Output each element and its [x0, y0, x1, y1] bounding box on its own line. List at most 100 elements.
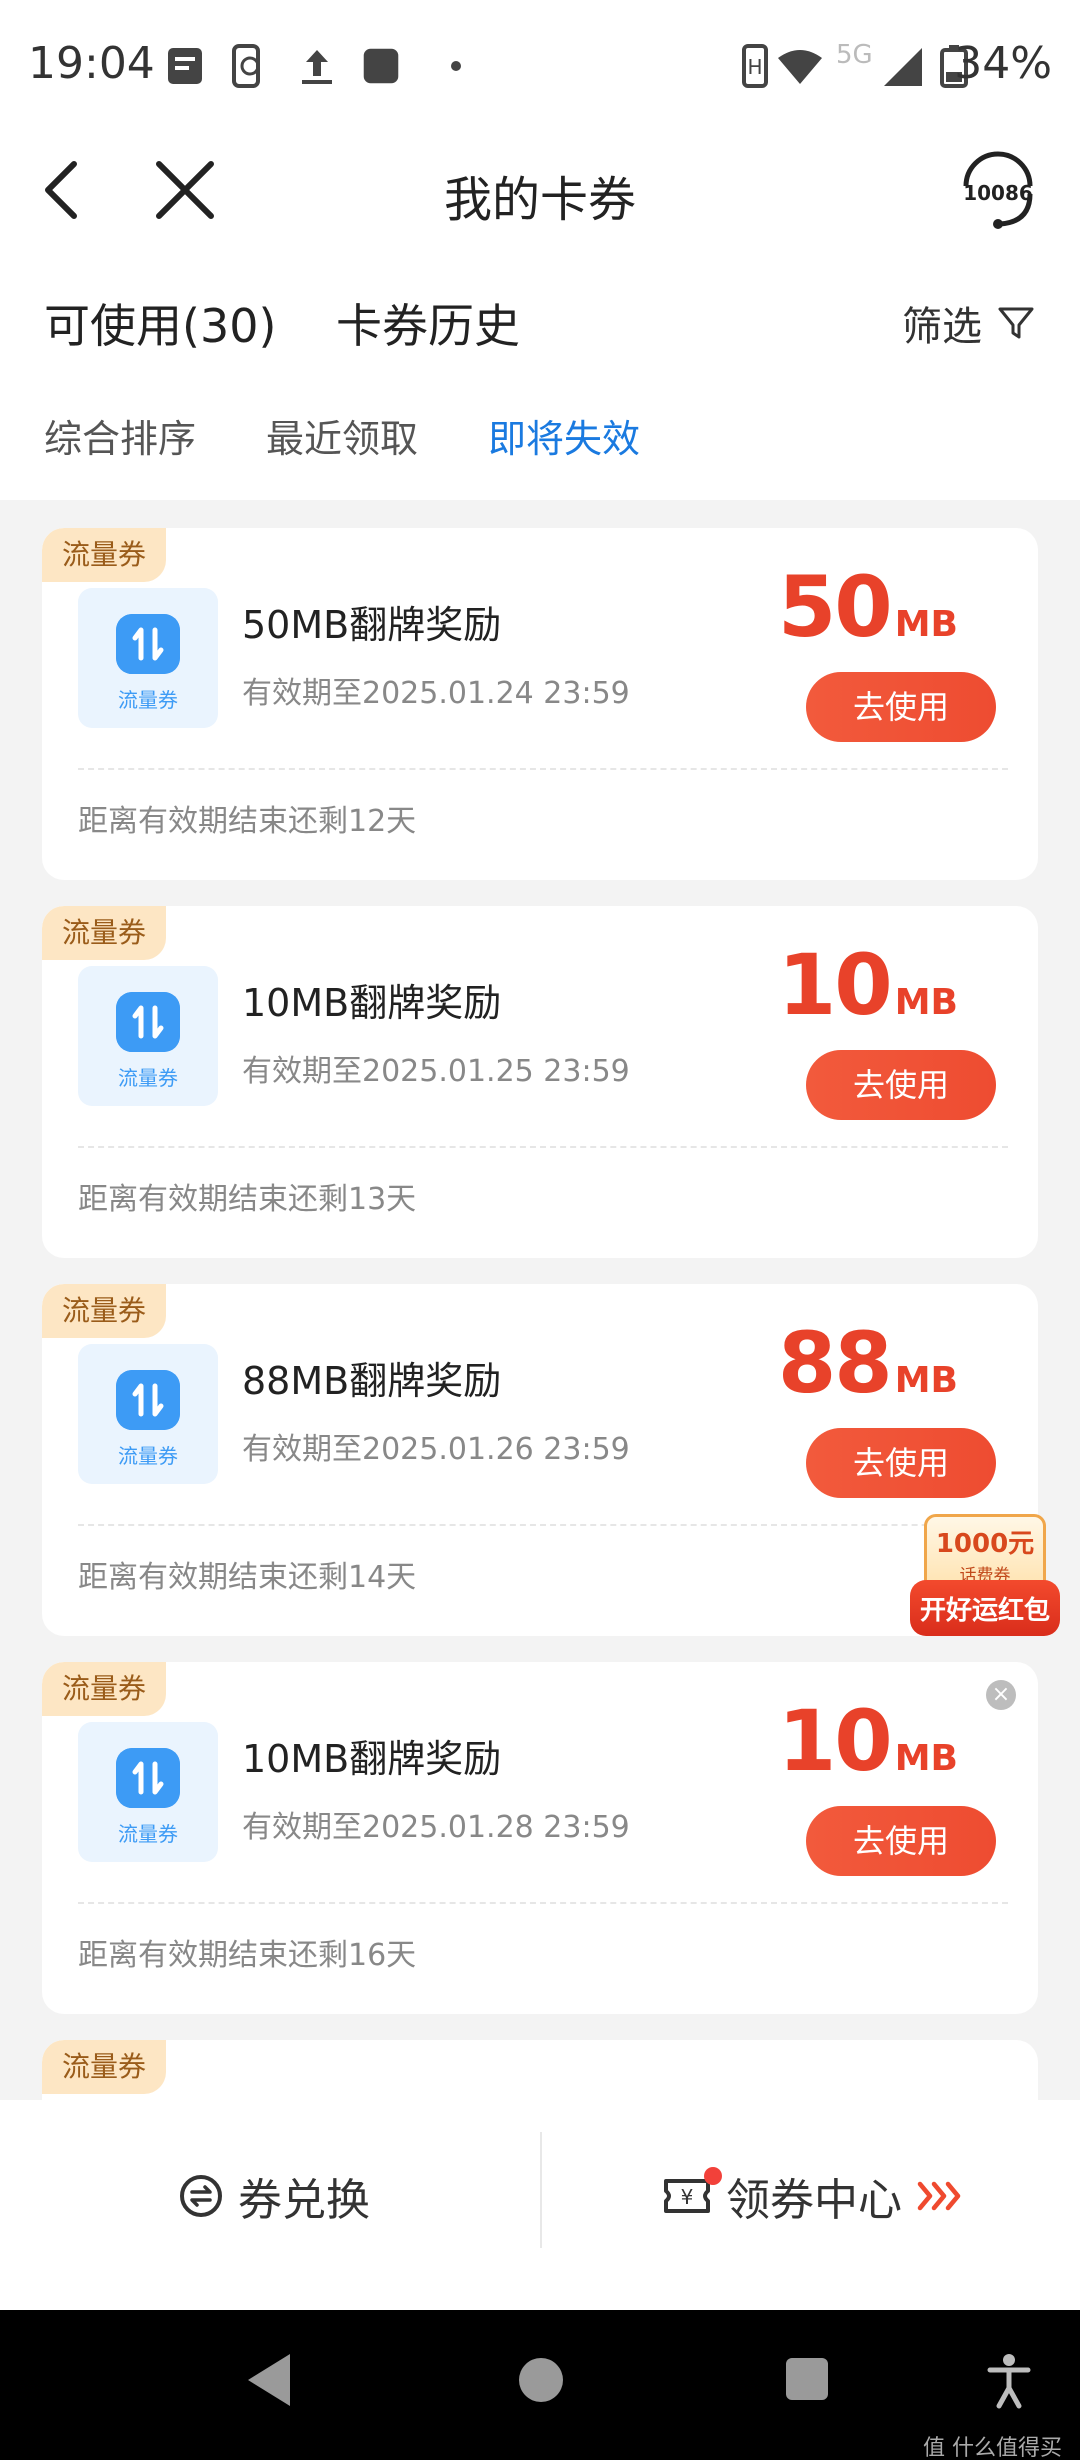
coupon-amount: 10 MB	[778, 1692, 958, 1790]
amount-value: 88	[777, 1314, 893, 1412]
promo-amount: 1000元	[935, 1529, 1035, 1559]
promo-close-icon[interactable]: ×	[986, 1680, 1016, 1710]
divider	[78, 768, 1008, 770]
amount-value: 10	[777, 936, 893, 1034]
amount-value: 50	[777, 558, 893, 656]
coupon-center-button[interactable]: ¥ 领券中心	[662, 2164, 966, 2228]
app-header: 我的卡券 10086	[0, 130, 1080, 250]
svg-text:¥: ¥	[681, 2185, 694, 2209]
sort-recent[interactable]: 最近领取	[266, 408, 418, 463]
coupon-card[interactable]: 流量券 流量券 88MB翻牌奖励 有效期至2025.01.26 23:59 88…	[42, 1284, 1038, 1636]
nav-home-icon[interactable]	[518, 2350, 564, 2410]
thumbnail-label: 流量券	[118, 1822, 178, 1846]
coupon-title: 50MB翻牌奖励	[242, 603, 502, 647]
coupon-tag: 流量券	[42, 906, 166, 960]
tab-available[interactable]: 可使用(30)	[44, 290, 276, 356]
coupon-amount: 10 MB	[778, 936, 958, 1034]
bottom-action-bar: 券兑换 ¥ 领券中心	[0, 2100, 1080, 2310]
filter-button[interactable]: 筛选	[902, 294, 1036, 352]
signal-icon	[884, 48, 922, 86]
coupon-title: 10MB翻牌奖励	[242, 981, 502, 1025]
coupon-thumbnail: 流量券	[78, 588, 218, 728]
sync-icon	[232, 44, 260, 88]
coupon-thumbnail: 流量券	[78, 1722, 218, 1862]
sort-bar: 综合排序 最近领取 即将失效	[0, 390, 1080, 500]
watermark: 值 什么值得买	[923, 2436, 1062, 2460]
use-button[interactable]: 去使用	[806, 1428, 996, 1498]
coupon-remaining: 距离有效期结束还剩16天	[78, 1938, 417, 1973]
coupon-tag: 流量券	[42, 1284, 166, 1338]
svg-text:H: H	[747, 55, 762, 79]
coupon-remaining: 距离有效期结束还剩12天	[78, 804, 417, 839]
coupon-expiry: 有效期至2025.01.26 23:59	[242, 1432, 630, 1467]
data-transfer-icon	[116, 614, 180, 674]
thumbnail-label: 流量券	[118, 688, 178, 712]
wifi-icon	[778, 50, 822, 84]
accessibility-icon[interactable]	[984, 2350, 1034, 2410]
divider	[78, 1524, 1008, 1526]
system-nav-bar: 值 什么值得买	[0, 2310, 1080, 2460]
network-type: 5G	[836, 40, 873, 70]
tab-history[interactable]: 卡券历史	[336, 290, 520, 356]
nav-recents-icon[interactable]	[784, 2350, 830, 2410]
customer-service-icon[interactable]: 10086	[950, 142, 1046, 238]
amount-unit: MB	[894, 1738, 958, 1779]
exchange-button[interactable]: 券兑换	[178, 2164, 370, 2228]
coupon-expiry: 有效期至2025.01.24 23:59	[242, 676, 630, 711]
coupon-card[interactable]: 流量券	[42, 2040, 1038, 2100]
sort-comprehensive[interactable]: 综合排序	[44, 408, 196, 463]
status-time: 19:04	[28, 38, 155, 89]
coupon-remaining: 距离有效期结束还剩14天	[78, 1560, 417, 1595]
use-button[interactable]: 去使用	[806, 672, 996, 742]
sort-expiring[interactable]: 即将失效	[488, 408, 640, 463]
amount-unit: MB	[894, 1360, 958, 1401]
battery-percent: 34%	[954, 38, 1052, 89]
divider	[78, 1902, 1008, 1904]
coupon-title: 88MB翻牌奖励	[242, 1359, 502, 1403]
coupon-center-label: 领券中心	[726, 2175, 902, 2226]
red-envelope-promo[interactable]: 1000元 话费券 开好运红包 ×	[904, 1508, 1064, 1710]
coupon-tag: 流量券	[42, 1662, 166, 1716]
data-transfer-icon	[116, 992, 180, 1052]
coupon-card[interactable]: 流量券 流量券 10MB翻牌奖励 有效期至2025.01.28 23:59 10…	[42, 1662, 1038, 2014]
promo-envelope: 开好运红包	[910, 1580, 1060, 1636]
notification-icon	[168, 48, 202, 84]
coupon-tag: 流量券	[42, 2040, 166, 2094]
coupon-list: 流量券 流量券 50MB翻牌奖励 有效期至2025.01.24 23:59 50…	[0, 500, 1080, 2100]
coupon-thumbnail: 流量券	[78, 966, 218, 1106]
filter-icon	[998, 307, 1034, 339]
notification-dot	[704, 2167, 722, 2185]
coupon-card[interactable]: 流量券 流量券 10MB翻牌奖励 有效期至2025.01.25 23:59 10…	[42, 906, 1038, 1258]
use-button[interactable]: 去使用	[806, 1806, 996, 1876]
data-transfer-icon	[116, 1748, 180, 1808]
coupon-center-icon-wrap: ¥	[662, 2167, 722, 2219]
coupon-remaining: 距离有效期结束还剩13天	[78, 1182, 417, 1217]
divider	[540, 2132, 542, 2248]
coupon-card[interactable]: 流量券 流量券 50MB翻牌奖励 有效期至2025.01.24 23:59 50…	[42, 528, 1038, 880]
amount-unit: MB	[894, 982, 958, 1023]
more-dot-icon	[451, 61, 461, 71]
nav-back-icon[interactable]	[244, 2350, 294, 2410]
promo-label: 开好运红包	[919, 1596, 1050, 1626]
exchange-label: 券兑换	[238, 2175, 370, 2226]
page-title: 我的卡券	[443, 172, 636, 228]
amount-unit: MB	[894, 604, 958, 645]
thumbnail-label: 流量券	[118, 1444, 178, 1468]
coupon-tag: 流量券	[42, 528, 166, 582]
coupon-amount: 50 MB	[778, 558, 958, 656]
upload-icon	[302, 50, 332, 84]
filter-label: 筛选	[902, 304, 982, 350]
use-button[interactable]: 去使用	[806, 1050, 996, 1120]
exchange-icon	[180, 2175, 222, 2217]
divider	[78, 1146, 1008, 1148]
coupon-title: 10MB翻牌奖励	[242, 1737, 502, 1781]
thumbnail-label: 流量券	[118, 1066, 178, 1090]
coupon-expiry: 有效期至2025.01.28 23:59	[242, 1810, 630, 1845]
app-icon	[363, 48, 399, 84]
amount-value: 10	[777, 1692, 893, 1790]
coupon-amount: 88 MB	[778, 1314, 958, 1412]
chevrons-right-icon	[917, 2181, 961, 2211]
tab-bar: 可使用(30) 卡券历史 筛选	[0, 270, 1080, 380]
service-label: 10086	[963, 181, 1033, 205]
coupon-thumbnail: 流量券	[78, 1344, 218, 1484]
